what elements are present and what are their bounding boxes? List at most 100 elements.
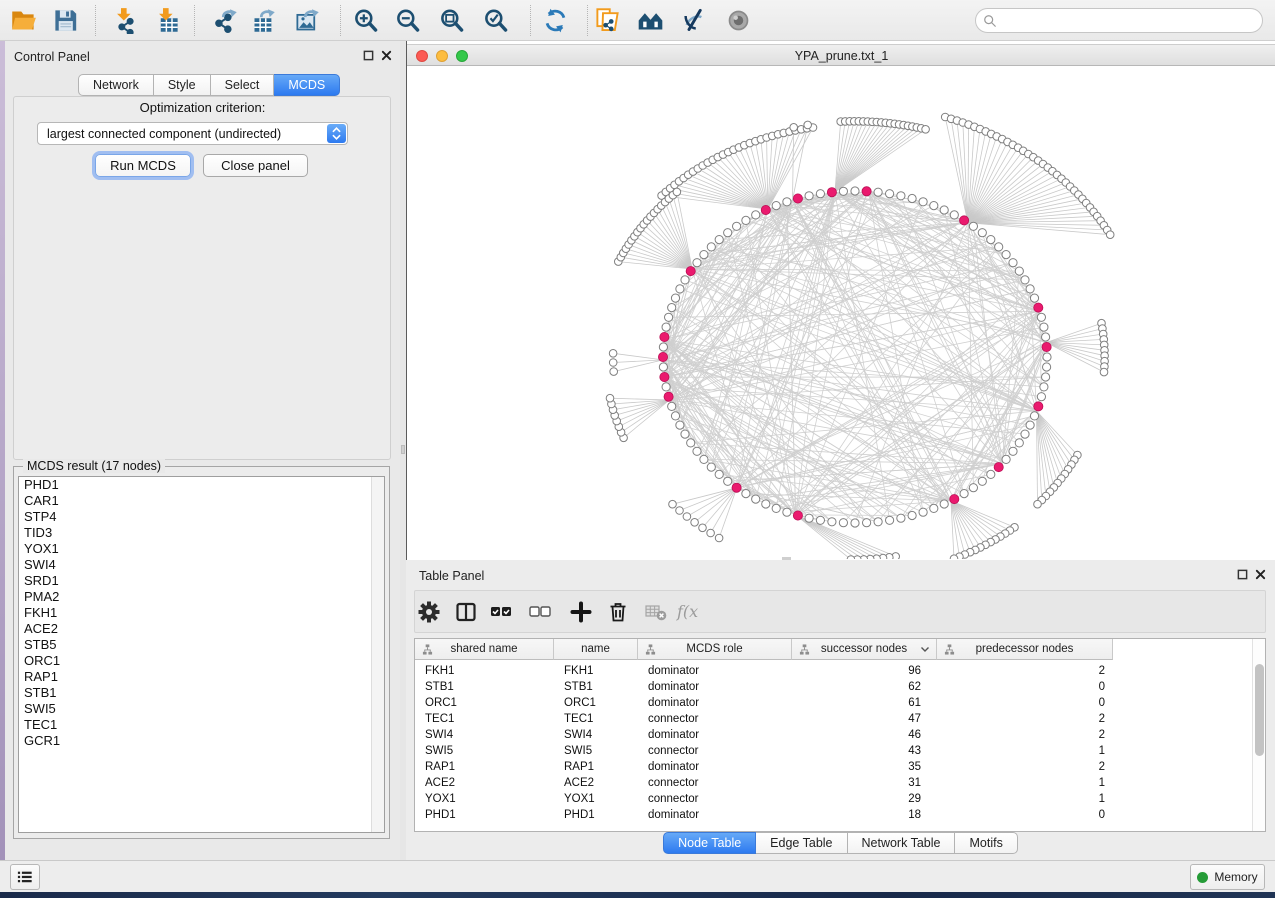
zoom-out-button[interactable] [392,6,422,35]
cell-shared[interactable]: ORC1 [425,695,554,711]
mcds-result-list[interactable]: PHD1CAR1STP4TID3YOX1SWI4SRD1PMA2FKH1ACE2… [18,476,385,833]
cell-shared[interactable]: SWI4 [425,727,554,743]
cell-role[interactable]: connector [648,791,792,807]
cell-succ[interactable]: 46 [792,727,921,743]
clone-network-button[interactable] [592,6,622,35]
tab-motifs[interactable]: Motifs [955,832,1017,854]
column-header-pred[interactable]: predecessor nodes [937,639,1113,660]
cell-succ[interactable]: 61 [792,695,921,711]
import-network-button[interactable] [110,6,140,35]
mcds-result-item[interactable]: PMA2 [19,589,384,605]
cell-role[interactable]: dominator [648,679,792,695]
cell-shared[interactable]: TEC1 [425,711,554,727]
column-header-role[interactable]: MCDS role [638,639,792,660]
add-button[interactable] [567,598,595,626]
mcds-result-item[interactable]: RAP1 [19,669,384,685]
zoom-in-button[interactable] [350,6,380,35]
optimization-select[interactable]: largest connected component (undirected) [37,122,348,145]
float-panel-icon[interactable] [1237,569,1248,580]
cell-pred[interactable]: 2 [937,711,1105,727]
cell-shared[interactable]: STB1 [425,679,554,695]
mcds-result-item[interactable]: STP4 [19,509,384,525]
cell-succ[interactable]: 43 [792,743,921,759]
network-window-titlebar[interactable]: YPA_prune.txt_1 [407,44,1275,66]
column-header-succ[interactable]: successor nodes [792,639,937,660]
table-scrollbar[interactable] [1252,639,1265,831]
open-session-button[interactable] [8,6,38,35]
cell-name[interactable]: SWI4 [564,727,638,743]
cell-role[interactable]: connector [648,743,792,759]
cell-pred[interactable]: 2 [937,727,1105,743]
tab-style[interactable]: Style [154,74,211,96]
cell-shared[interactable]: RAP1 [425,759,554,775]
network-canvas[interactable] [407,67,1275,559]
cell-succ[interactable]: 62 [792,679,921,695]
show-graphics-details-button[interactable] [723,6,753,35]
table-scrollbar-thumb[interactable] [1255,664,1264,756]
deselect-all-button[interactable] [526,598,554,626]
export-image-button[interactable] [292,6,322,35]
search-field[interactable] [975,8,1263,33]
task-history-button[interactable] [10,864,40,890]
cell-shared[interactable]: ACE2 [425,775,554,791]
cell-role[interactable]: connector [648,711,792,727]
memory-button[interactable]: Memory [1190,864,1265,890]
cell-pred[interactable]: 0 [937,695,1105,711]
cell-pred[interactable]: 2 [937,663,1105,679]
cell-name[interactable]: ACE2 [564,775,638,791]
table-settings-gear-button[interactable] [415,598,443,626]
search-input[interactable] [997,11,1262,31]
column-header-shared[interactable]: shared name [415,639,554,660]
cell-succ[interactable]: 35 [792,759,921,775]
mcds-result-item[interactable]: CAR1 [19,493,384,509]
cell-role[interactable]: dominator [648,759,792,775]
close-panel-icon[interactable] [1255,569,1266,580]
tab-node-table[interactable]: Node Table [663,832,756,854]
cell-pred[interactable]: 2 [937,759,1105,775]
mcds-list-scrollbar[interactable] [371,477,384,832]
mcds-result-item[interactable]: PHD1 [19,477,384,493]
node-table[interactable]: shared namenameMCDS rolesuccessor nodesp… [414,638,1266,832]
cell-pred[interactable]: 0 [937,807,1105,823]
column-header-name[interactable]: name [554,639,638,660]
cell-role[interactable]: connector [648,775,792,791]
mcds-result-item[interactable]: YOX1 [19,541,384,557]
cell-role[interactable]: dominator [648,807,792,823]
cell-name[interactable]: RAP1 [564,759,638,775]
mcds-result-item[interactable]: ACE2 [19,621,384,637]
cell-name[interactable]: YOX1 [564,791,638,807]
cell-succ[interactable]: 31 [792,775,921,791]
refresh-button[interactable] [540,6,570,35]
tab-mcds[interactable]: MCDS [274,74,340,96]
cell-name[interactable]: FKH1 [564,663,638,679]
tab-network-table[interactable]: Network Table [848,832,956,854]
mcds-result-item[interactable]: SWI4 [19,557,384,573]
cell-role[interactable]: dominator [648,663,792,679]
cell-succ[interactable]: 18 [792,807,921,823]
mcds-result-item[interactable]: ORC1 [19,653,384,669]
mcds-result-item[interactable]: STB5 [19,637,384,653]
select-all-button[interactable] [487,598,515,626]
zoom-selected-button[interactable] [480,6,510,35]
export-network-button[interactable] [210,6,240,35]
cell-succ[interactable]: 29 [792,791,921,807]
delete-button[interactable] [604,598,632,626]
cell-succ[interactable]: 96 [792,663,921,679]
splitter-grip[interactable] [401,445,405,454]
save-session-button[interactable] [50,6,80,35]
import-table-button[interactable] [152,6,182,35]
mcds-result-item[interactable]: GCR1 [19,733,384,749]
tab-edge-table[interactable]: Edge Table [756,832,847,854]
cell-name[interactable]: ORC1 [564,695,638,711]
cell-succ[interactable]: 47 [792,711,921,727]
cell-name[interactable]: SWI5 [564,743,638,759]
hide-graphics-details-button[interactable] [678,6,708,35]
tab-select[interactable]: Select [211,74,275,96]
run-mcds-button[interactable]: Run MCDS [95,154,191,177]
cell-shared[interactable]: FKH1 [425,663,554,679]
cell-pred[interactable]: 1 [937,775,1105,791]
network-graph[interactable] [407,67,1275,559]
show-column-panel-button[interactable] [452,598,480,626]
export-table-button[interactable] [248,6,278,35]
cell-pred[interactable]: 1 [937,791,1105,807]
